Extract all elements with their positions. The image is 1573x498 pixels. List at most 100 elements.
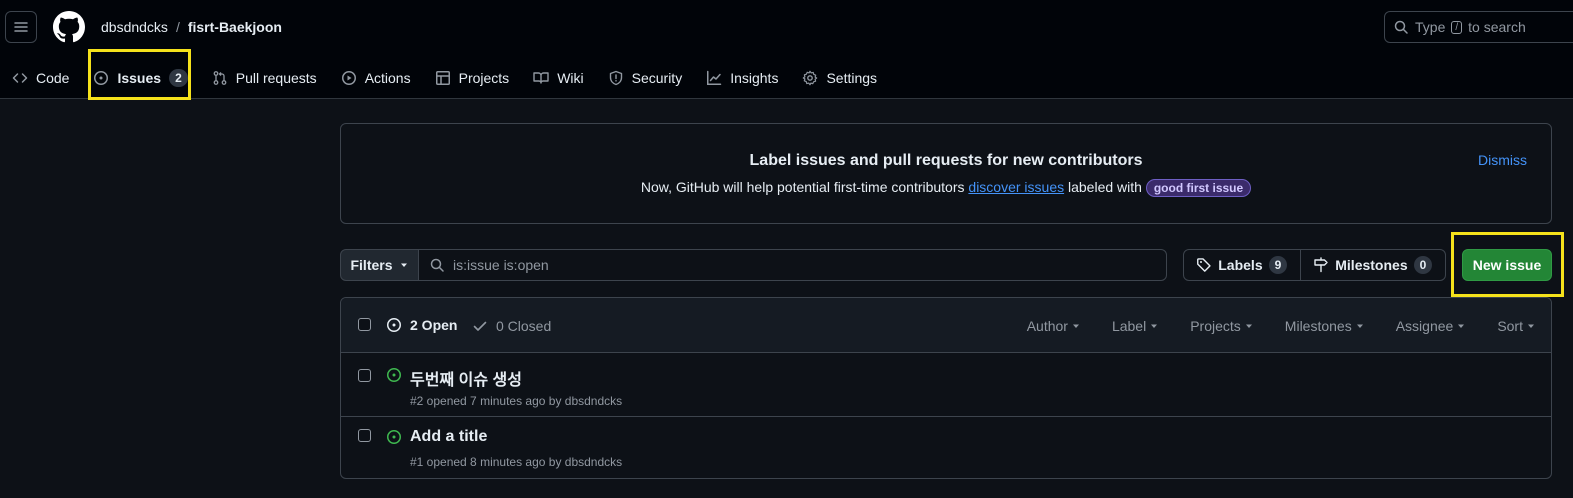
issue-list-header: 2 Open 0 Closed Author Label Projects Mi… [341,298,1551,353]
tab-code[interactable]: Code [0,62,81,94]
closed-count-label: 0 Closed [496,318,552,334]
projects-filter[interactable]: Projects [1190,318,1253,334]
projects-filter-label: Projects [1190,318,1241,334]
triangle-down-icon [1245,324,1252,328]
new-issue-highlight [1451,232,1564,297]
hamburger-menu-button[interactable] [5,11,37,43]
issue-title-link[interactable]: 두번째 이슈 생성 [410,366,522,390]
issue-title-link[interactable]: Add a title [410,428,487,446]
label-filter-label: Label [1111,318,1147,334]
triangle-down-icon [1151,324,1158,328]
issue-opened-icon [387,318,401,332]
search-shortcut-key: / [1451,20,1463,34]
label-filter[interactable]: Label [1112,318,1158,334]
issue-row[interactable]: Add a title #1 opened 8 minutes ago by d… [341,417,1551,478]
tab-pull-requests[interactable]: Pull requests [200,62,329,94]
check-icon [473,321,487,331]
milestones-button-label: Milestones [1335,257,1408,273]
issue-meta: #2 opened 7 minutes ago by dbsdndcks [410,394,623,408]
assignee-filter-label: Assignee [1395,318,1454,334]
banner-title: Label issues and pull requests for new c… [749,152,1143,169]
graph-icon [707,70,722,85]
code-icon [12,73,28,83]
book-icon [533,72,549,84]
triangle-down-icon [1458,324,1465,328]
tab-code-label: Code [36,70,70,86]
milestones-filter[interactable]: Milestones [1285,318,1364,334]
triangle-down-icon [1356,324,1363,328]
banner-body: Now, GitHub will help potential first-ti… [341,179,1551,197]
milestones-button[interactable]: Milestones 0 [1301,250,1445,280]
banner-text-after: labeled with [1068,179,1142,195]
select-all-checkbox[interactable] [358,318,371,331]
issues-tab-highlight [88,49,191,100]
good-first-issue-label: good first issue [1145,179,1252,197]
tab-wiki[interactable]: Wiki [521,62,595,94]
labels-count-badge: 9 [1268,256,1288,274]
repo-owner-link[interactable]: dbsdndcks [101,19,168,35]
banner-text-before: Now, GitHub will help potential first-ti… [640,179,965,195]
filters-button-label: Filters [350,257,393,273]
issue-search-query: is:issue is:open [453,257,549,273]
labels-button-label: Labels [1218,257,1263,273]
triangle-down-icon [400,263,407,267]
milestones-count-badge: 0 [1413,256,1433,274]
issue-checkbox[interactable] [358,429,371,442]
author-filter-label: Author [1026,318,1068,334]
issue-opened-icon [387,430,401,444]
labels-button[interactable]: Labels 9 [1184,250,1301,280]
tab-wiki-label: Wiki [557,70,584,86]
sort-filter[interactable]: Sort [1497,318,1535,334]
new-contributors-banner: Label issues and pull requests for new c… [340,123,1552,224]
breadcrumb: dbsdndcks / fisrt-Baekjoon [101,19,282,35]
issue-list-filters: Author Label Projects Milestones Assigne… [1027,318,1535,334]
search-icon [1394,20,1408,34]
play-icon [341,71,356,85]
tab-projects[interactable]: Projects [423,62,522,94]
open-count-label: 2 Open [410,317,458,333]
search-placeholder-prefix: Type [1415,19,1446,35]
global-search-input[interactable]: Type / to search [1384,11,1573,43]
global-header: dbsdndcks / fisrt-Baekjoon Type / to sea… [0,0,1573,99]
tag-icon [1197,258,1211,272]
milestone-icon [1314,257,1328,273]
search-icon [430,258,444,272]
triangle-down-icon [1072,324,1079,328]
closed-issues-filter[interactable]: 0 Closed [472,318,551,334]
assignee-filter[interactable]: Assignee [1396,318,1466,334]
author-filter[interactable]: Author [1027,318,1080,334]
hamburger-icon [14,22,28,32]
search-placeholder-suffix: to search [1468,19,1526,35]
table-icon [435,71,450,85]
tab-insights[interactable]: Insights [694,62,790,94]
tab-actions-label: Actions [364,70,411,86]
gear-icon [803,70,818,86]
issue-row[interactable]: 두번째 이슈 생성 #2 opened 7 minutes ago by dbs… [341,353,1551,417]
issue-checkbox[interactable] [358,369,371,382]
triangle-down-icon [1528,324,1534,328]
issue-meta: #1 opened 8 minutes ago by dbsdndcks [410,455,623,469]
git-pull-request-icon [213,71,227,85]
filters-button[interactable]: Filters [340,249,419,281]
issue-list: 2 Open 0 Closed Author Label Projects Mi… [340,297,1552,479]
tab-pull-requests-label: Pull requests [235,70,317,86]
tab-settings[interactable]: Settings [790,62,889,94]
milestones-filter-label: Milestones [1284,318,1352,334]
shield-icon [609,70,622,86]
sort-filter-label: Sort [1497,318,1523,334]
tab-settings-label: Settings [826,70,878,86]
labels-milestones-group: Labels 9 Milestones 0 [1183,249,1446,281]
tab-projects-label: Projects [458,70,510,86]
repo-name-link[interactable]: fisrt-Baekjoon [188,19,282,35]
issue-search-input[interactable]: is:issue is:open [418,249,1167,281]
tab-insights-label: Insights [730,70,779,86]
discover-issues-link[interactable]: discover issues [968,179,1064,195]
github-logo-icon[interactable] [53,11,85,43]
tab-actions[interactable]: Actions [329,62,423,94]
tab-security-label: Security [631,70,683,86]
breadcrumb-separator: / [175,19,180,35]
tab-security[interactable]: Security [596,62,695,94]
open-issues-filter[interactable]: 2 Open [386,317,457,333]
issue-opened-icon [387,368,401,382]
dismiss-link[interactable]: Dismiss [1478,152,1527,168]
